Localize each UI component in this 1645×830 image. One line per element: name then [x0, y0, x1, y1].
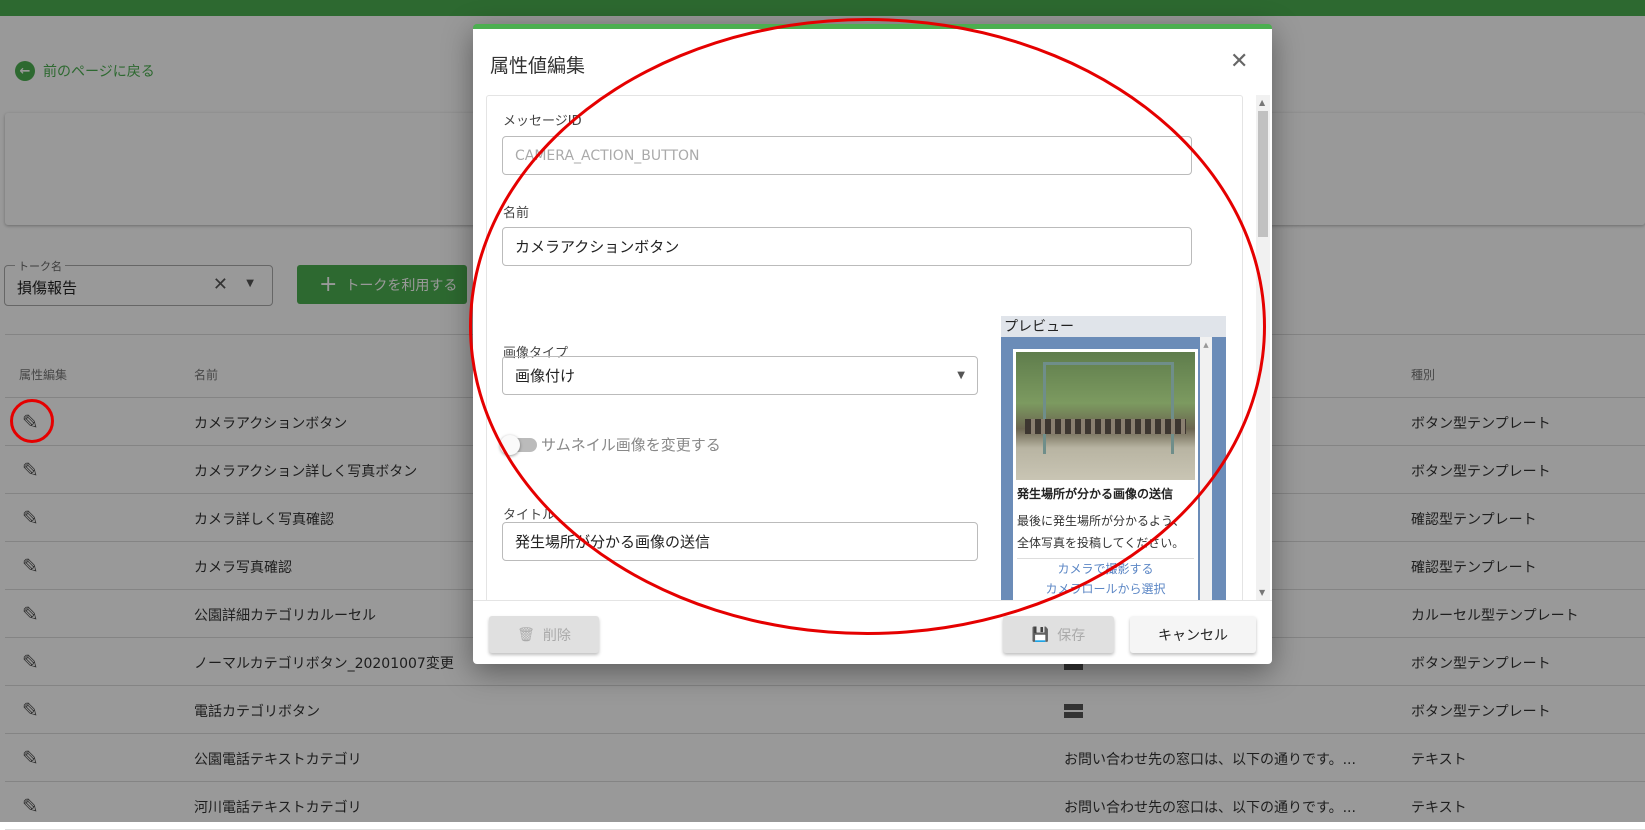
dialog-content: メッセージID CAMERA_ACTION_BUTTON 名前 カメラアクション…	[486, 95, 1243, 600]
preview-title: 発生場所が分かる画像の送信	[1017, 487, 1174, 501]
preview-scrollbar[interactable]: ▲	[1200, 337, 1212, 600]
preview-card: 発生場所が分かる画像の送信 最後に発生場所が分かるよう、 全体写真を投稿してくだ…	[1013, 349, 1198, 600]
name-label: 名前	[503, 206, 530, 221]
dialog-title: 属性値編集	[490, 55, 586, 77]
preview-image	[1016, 352, 1195, 480]
dialog-footer-divider	[473, 600, 1272, 601]
preview-action[interactable]: カメラで撮影する	[1017, 559, 1194, 579]
close-icon[interactable]: ✕	[1230, 49, 1248, 74]
message-id-label: メッセージID	[503, 114, 582, 129]
scroll-down-icon[interactable]: ▼	[1259, 588, 1265, 597]
preview-text-line: 最後に発生場所が分かるよう、	[1017, 514, 1186, 528]
toggle-knob	[500, 434, 520, 455]
save-button[interactable]: 💾 保存	[1003, 616, 1114, 653]
dialog-scrollbar[interactable]: ▲ ▼	[1256, 95, 1270, 600]
title-field[interactable]: 発生場所が分かる画像の送信	[502, 522, 978, 561]
edit-attributes-dialog: 属性値編集 ✕ メッセージID CAMERA_ACTION_BUTTON 名前 …	[473, 24, 1272, 664]
name-field[interactable]: カメラアクションボタン	[502, 227, 1192, 266]
delete-button[interactable]: 🗑 削除	[489, 616, 599, 653]
preview-text: 最後に発生場所が分かるよう、 全体写真を投稿してください。	[1013, 504, 1198, 554]
chevron-down-icon: ▼	[957, 370, 965, 381]
toggle-track[interactable]	[500, 434, 537, 455]
save-label: 保存	[1057, 627, 1086, 644]
preview-text-line: 全体写真を投稿してください。	[1017, 536, 1185, 550]
trash-icon: 🗑	[517, 626, 535, 643]
image-type-value: 画像付け	[515, 367, 576, 385]
preview-actions: カメラで撮影する カメラロールから選択	[1017, 558, 1194, 599]
preview-header: プレビュー	[1001, 316, 1226, 337]
title-label: タイトル	[503, 508, 556, 523]
thumbnail-toggle[interactable]: サムネイル画像を変更する	[500, 434, 721, 455]
scroll-thumb[interactable]	[1258, 111, 1268, 237]
scroll-up-icon[interactable]: ▲	[1259, 98, 1265, 107]
preview-action[interactable]: カメラロールから選択	[1017, 579, 1194, 599]
preview-panel: プレビュー 発生場所が分かる画像の送信 最後に発生場所が分かるよう、 全体写真を…	[1001, 316, 1226, 600]
image-type-select[interactable]: 画像付け ▼	[502, 356, 978, 395]
preview-frame: 発生場所が分かる画像の送信 最後に発生場所が分かるよう、 全体写真を投稿してくだ…	[1001, 337, 1226, 600]
cancel-label: キャンセル	[1158, 627, 1228, 644]
message-id-field: CAMERA_ACTION_BUTTON	[502, 136, 1192, 175]
delete-label: 削除	[542, 627, 571, 644]
thumbnail-toggle-label: サムネイル画像を変更する	[541, 436, 721, 454]
save-icon: 💾	[1031, 626, 1050, 643]
cancel-button[interactable]: キャンセル	[1130, 616, 1256, 653]
